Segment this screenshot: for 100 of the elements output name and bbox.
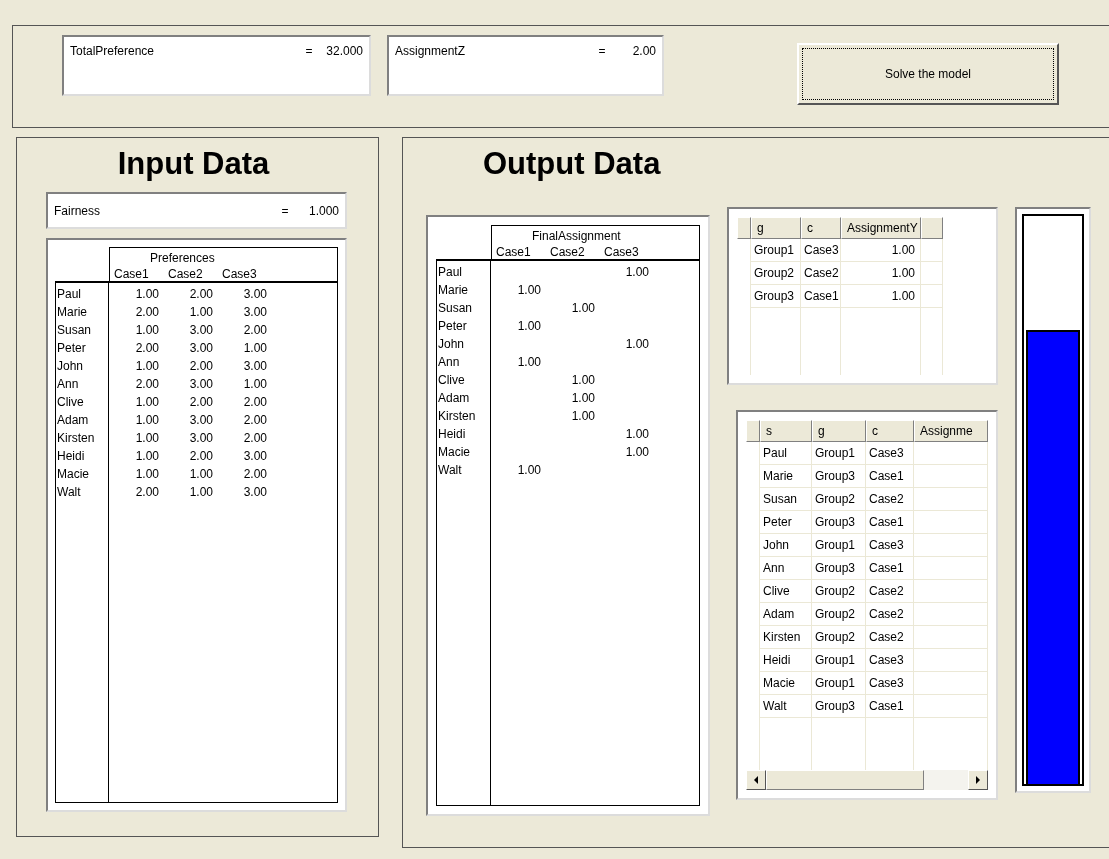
table-cell-text: Group1 — [754, 242, 795, 259]
table-cell-text: Case2 — [869, 629, 904, 646]
table-cell-text: Peter — [763, 514, 792, 531]
table-cell-text: Clive — [763, 583, 790, 600]
table-cell-text: Ann — [763, 560, 785, 577]
table-cell: 2.00 — [243, 413, 267, 427]
field-label: TotalPreference — [70, 43, 156, 60]
table-cell-text: Group2 — [815, 629, 856, 646]
table-cell-text: Group1 — [815, 445, 856, 462]
column-header[interactable]: c — [866, 420, 914, 442]
table-cell: 1.00 — [517, 463, 541, 477]
table-cell-text: Group2 — [815, 606, 856, 623]
table-cell-text: Paul — [763, 445, 788, 462]
table-cell-text: Group1 — [815, 675, 856, 692]
table-cell-text: Case3 — [804, 242, 839, 259]
column-header: Case2 — [550, 244, 586, 261]
table-cell: 1.00 — [189, 305, 213, 319]
column-header — [921, 217, 943, 239]
table-cell-text: Group1 — [815, 537, 856, 554]
table-cell: 1.00 — [571, 301, 595, 315]
table-cell: 2.00 — [189, 287, 213, 301]
right-arrow-icon — [975, 776, 981, 784]
column-header[interactable]: AssignmentY — [841, 217, 921, 239]
table-cell: 3.00 — [189, 323, 213, 337]
row-label: Marie — [57, 304, 88, 321]
row-label: Clive — [438, 372, 466, 389]
table-cell-text: Case2 — [869, 491, 904, 508]
table-cell: 1.00 — [135, 323, 159, 337]
table-cell: 1.00 — [517, 283, 541, 297]
row-label: Paul — [438, 264, 464, 281]
field-value: 1.000 — [307, 203, 339, 220]
horizontal-scrollbar[interactable] — [746, 770, 988, 790]
table-cell: 1.00 — [625, 427, 649, 441]
table-cell: 1.00 — [135, 449, 159, 463]
table-cell-text: Group2 — [754, 265, 795, 282]
table-cell: 2.00 — [189, 359, 213, 373]
row-label: Susan — [57, 322, 93, 339]
table-cell-text: Group3 — [754, 288, 795, 305]
row-label: Heidi — [57, 448, 86, 465]
table-cell: 1.00 — [189, 485, 213, 499]
row-label: Walt — [57, 484, 82, 501]
table-cell: 1.00 — [517, 355, 541, 369]
table-cell: 3.00 — [189, 377, 213, 391]
equals-sign: = — [597, 43, 607, 60]
equals-sign: = — [280, 203, 290, 220]
table-cell: 1.00 — [135, 359, 159, 373]
left-arrow-icon — [753, 776, 759, 784]
column-header[interactable]: g — [812, 420, 866, 442]
table-cell: 3.00 — [243, 449, 267, 463]
table-cell: 1.00 — [135, 395, 159, 409]
table-cell: 2.00 — [243, 395, 267, 409]
row-label: Paul — [57, 286, 83, 303]
table-cell: 1.00 — [135, 467, 159, 481]
column-header: Case1 — [114, 266, 150, 283]
table-cell-text: Case2 — [804, 265, 839, 282]
row-label: Peter — [57, 340, 87, 357]
row-label: Ann — [57, 376, 80, 393]
table-cell: 1.00 — [135, 431, 159, 445]
table-cell: 2.00 — [243, 323, 267, 337]
table-cell-text: Group3 — [815, 560, 856, 577]
table-cell: 1.00 — [517, 319, 541, 333]
table-cell-text: Group3 — [815, 468, 856, 485]
table-cell-text: Heidi — [763, 652, 791, 669]
table-cell-text: Group3 — [815, 514, 856, 531]
table-cell: 1.00 — [571, 409, 595, 423]
table-cell-text: Case2 — [869, 583, 904, 600]
table-cell-text: Case1 — [804, 288, 839, 305]
field-value: 32.000 — [325, 43, 363, 60]
row-label: Susan — [438, 300, 474, 317]
table-cell-text: Group3 — [815, 698, 856, 715]
column-header[interactable]: s — [760, 420, 812, 442]
row-label: Clive — [57, 394, 85, 411]
table-cell-text: Group1 — [815, 652, 856, 669]
table-cell-text: 1.00 — [891, 288, 915, 305]
row-label: Peter — [438, 318, 468, 335]
row-label: Adam — [438, 390, 471, 407]
row-label: Marie — [438, 282, 469, 299]
table-cell-text: Case2 — [869, 606, 904, 623]
table-cell-text: Susan — [763, 491, 798, 508]
table-cell: 1.00 — [135, 413, 159, 427]
scroll-left-button[interactable] — [746, 770, 766, 790]
solve-button[interactable]: Solve the model — [797, 43, 1059, 105]
row-label: Ann — [438, 354, 461, 371]
column-header[interactable]: Assignme — [914, 420, 988, 442]
field-label: AssignmentZ — [395, 43, 467, 60]
row-label: Kirsten — [57, 430, 96, 447]
column-header[interactable]: g — [751, 217, 801, 239]
column-header[interactable]: c — [801, 217, 841, 239]
table-cell: 1.00 — [625, 265, 649, 279]
table-cell-text: Case3 — [869, 675, 904, 692]
table-title: FinalAssignment — [531, 228, 622, 243]
row-label: Macie — [438, 444, 471, 461]
table-cell-text: Walt — [763, 698, 787, 715]
table-cell: 1.00 — [571, 373, 595, 387]
table-cell: 1.00 — [571, 391, 595, 405]
scroll-thumb[interactable] — [766, 770, 924, 790]
table-cell-text: Case3 — [869, 445, 904, 462]
scroll-right-button[interactable] — [968, 770, 988, 790]
table-cell-text: John — [763, 537, 790, 554]
table-cell: 1.00 — [243, 377, 267, 391]
